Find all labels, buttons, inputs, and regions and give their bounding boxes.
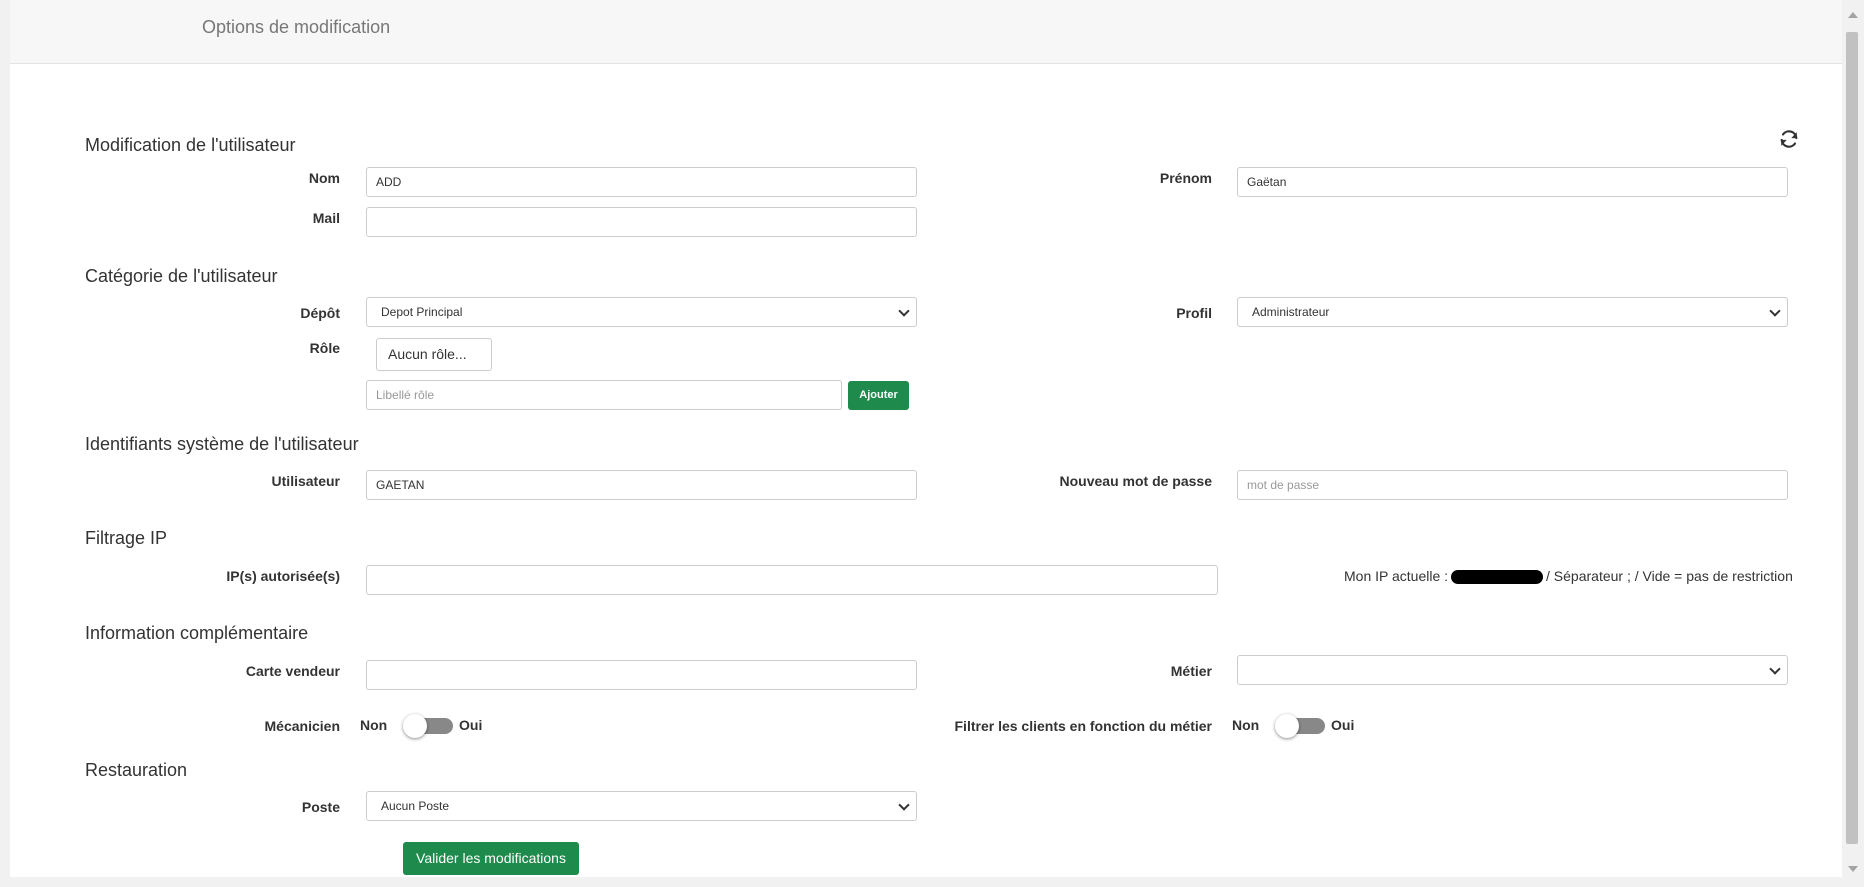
toggle-knob [1275,714,1299,738]
scroll-up-arrow-icon[interactable] [1848,12,1858,18]
edit-panel: Options de modification Modification de … [10,0,1842,877]
vertical-scrollbar[interactable] [1842,0,1864,887]
toggle-knob [403,714,427,738]
refresh-icon[interactable] [1778,128,1800,150]
utilisateur-label: Utilisateur [271,473,340,489]
mecanicien-on-label: Oui [459,717,483,733]
chevron-down-icon [1769,663,1781,675]
prenom-label: Prénom [1159,170,1212,186]
poste-label: Poste [301,799,340,815]
role-label: Rôle [309,340,340,356]
mecanicien-off-label: Non [360,717,388,733]
mail-input[interactable] [366,207,917,237]
role-libelle-input[interactable]: Libellé rôle [366,380,842,410]
nom-label: Nom [308,170,340,186]
carte-vendeur-label: Carte vendeur [245,663,340,679]
poste-select[interactable]: Aucun Poste [366,791,917,821]
section-title-user: Modification de l'utilisateur [85,135,296,155]
chevron-down-icon [898,799,910,811]
panel-title: Options de modification [202,17,391,37]
depot-select-value: Depot Principal [381,305,463,319]
panel-header: Options de modification [10,0,1842,64]
scrollbar-thumb[interactable] [1846,32,1858,844]
scroll-down-arrow-icon[interactable] [1848,866,1858,872]
prenom-input[interactable]: Gaëtan [1237,167,1788,197]
chevron-down-icon [898,305,910,317]
carte-vendeur-input[interactable] [366,660,917,690]
ip-info: Mon IP actuelle : / Séparateur ; / Vide =… [1344,568,1793,585]
metier-select[interactable] [1237,655,1788,685]
password-input[interactable]: mot de passe [1237,470,1788,500]
poste-select-value: Aucun Poste [381,799,450,813]
filtrer-clients-off-label: Non [1232,717,1260,733]
profil-label: Profil [1176,305,1212,321]
filtrer-clients-label: Filtrer les clients en fonction du métie… [954,718,1213,734]
role-dropdown-label: Aucun rôle... [388,346,467,362]
section-title-additional: Information complémentaire [85,623,309,643]
redacted-ip [1451,570,1544,585]
utilisateur-input[interactable]: GAETAN [366,470,917,500]
password-label: Nouveau mot de passe [1059,473,1213,489]
profil-select[interactable]: Administrateur [1237,297,1788,327]
ip-input[interactable] [366,565,1218,595]
submit-button[interactable]: Valider les modifications [403,842,579,875]
filtrer-clients-on-label: Oui [1331,717,1355,733]
ip-info-prefix: Mon IP actuelle : [1344,568,1449,584]
filtrer-clients-toggle[interactable] [1275,714,1325,738]
section-title-system: Identifiants système de l'utilisateur [85,434,359,454]
depot-label: Dépôt [300,305,340,321]
section-title-category: Catégorie de l'utilisateur [85,266,278,286]
depot-select[interactable]: Depot Principal [366,297,917,327]
chevron-down-icon [1769,305,1781,317]
role-dropdown-button[interactable]: Aucun rôle... [376,338,492,389]
mail-label: Mail [312,210,340,226]
profil-select-value: Administrateur [1252,305,1330,319]
nom-input[interactable]: ADD [366,167,917,197]
mecanicien-toggle[interactable] [403,714,453,738]
section-title-restoration: Restauration [85,760,188,780]
section-title-ip: Filtrage IP [85,528,168,548]
add-role-button[interactable]: Ajouter [848,381,909,410]
metier-label: Métier [1170,663,1212,679]
ip-info-suffix: / Séparateur ; / Vide = pas de restricti… [1546,568,1793,584]
mecanicien-label: Mécanicien [264,718,340,734]
ip-label: IP(s) autorisée(s) [226,568,340,584]
